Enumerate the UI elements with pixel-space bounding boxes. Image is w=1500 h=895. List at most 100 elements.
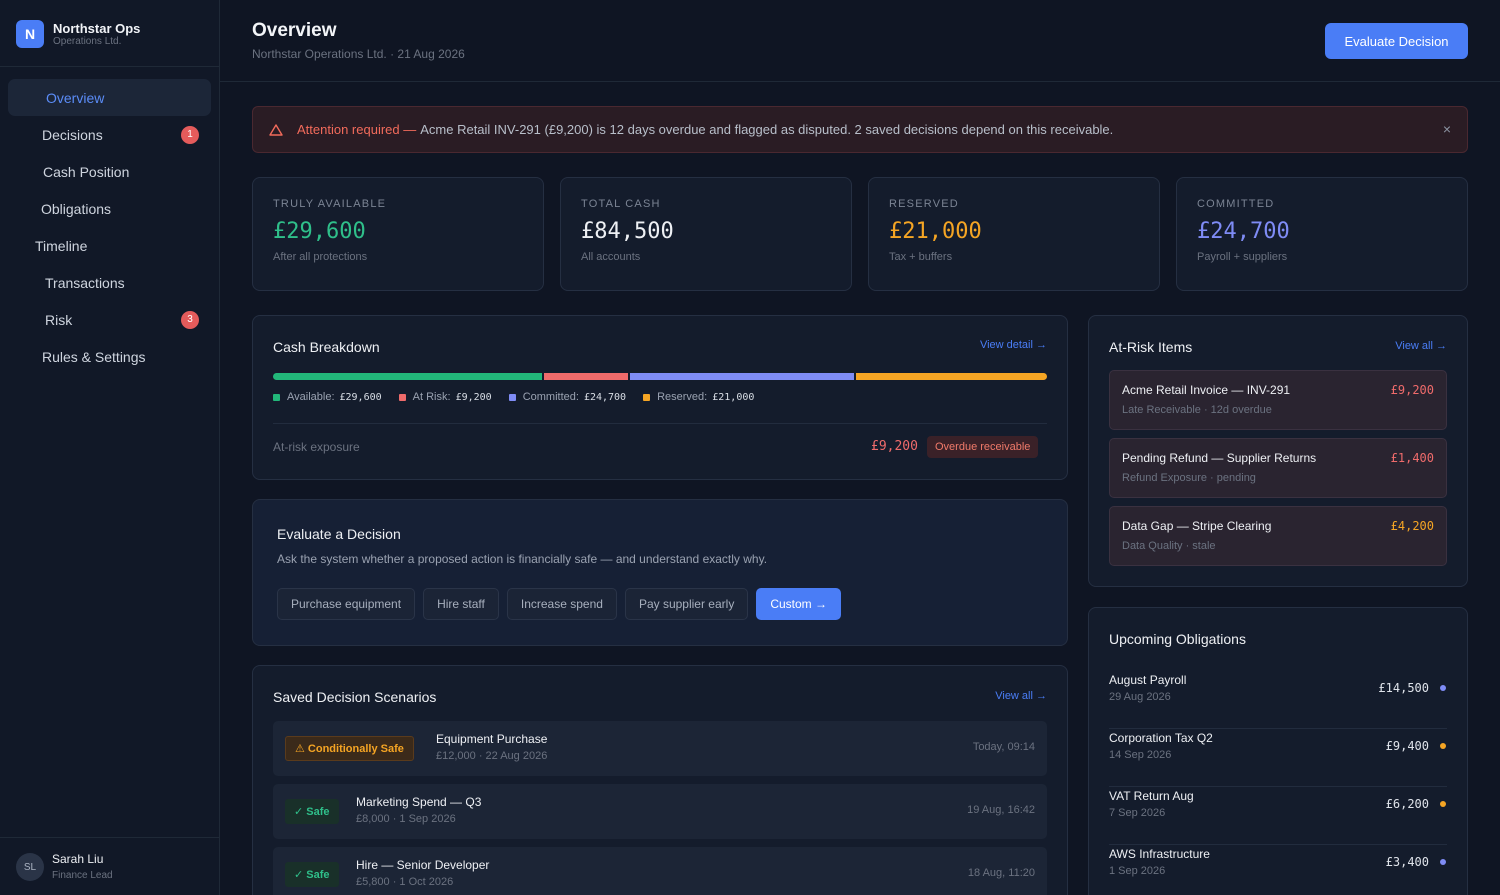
sidebar-item-label: Transactions (45, 274, 125, 291)
obligation-row[interactable]: Corporation Tax Q2 14 Sep 2026 £9,400 (1109, 729, 1447, 787)
stat-value: £84,500 (581, 219, 674, 244)
card-title: Saved Decision Scenarios (273, 689, 437, 705)
stat-value: £29,600 (273, 219, 366, 244)
option-pay-supplier-early[interactable]: Pay supplier early (624, 588, 749, 620)
risk-name: Acme Retail Invoice — INV-291 (1122, 383, 1291, 397)
bar-segment-committed (629, 373, 855, 380)
obligation-name: AWS Infrastructure (1109, 847, 1210, 861)
obligation-name: Corporation Tax Q2 (1109, 731, 1213, 745)
stat-label: COMMITTED (1197, 198, 1275, 210)
alert-banner: Attention required — Acme Retail INV-291… (252, 106, 1468, 153)
notification-badge: 3 (181, 310, 199, 329)
bar-segment-reserved (856, 373, 1047, 380)
obligation-amount: £6,200 (1385, 797, 1429, 811)
view-all-link[interactable]: View all → (995, 690, 1047, 702)
divider (273, 423, 1047, 424)
status-badge: ⚠ Conditionally Safe (285, 736, 414, 761)
alert-title: Attention required — (297, 122, 417, 137)
page-title: Overview (252, 20, 337, 41)
option-increase-spend[interactable]: Increase spend (506, 588, 617, 620)
legend-item: Available: £29,600 (273, 391, 382, 403)
scenario-meta: £5,800 · 1 Oct 2026 (356, 876, 454, 888)
card-title: Upcoming Obligations (1109, 631, 1246, 647)
obligation-name: August Payroll (1109, 673, 1187, 687)
view-all-link[interactable]: View all → (1395, 340, 1447, 352)
risk-meta: Late Receivable · 12d overdue (1122, 404, 1272, 416)
scenario-name: Equipment Purchase (436, 732, 548, 746)
obligation-date: 29 Aug 2026 (1109, 691, 1171, 703)
scenario-row[interactable]: ✓ Safe Marketing Spend — Q3 £8,000 · 1 S… (273, 784, 1047, 839)
exposure-value: £9,200 (871, 439, 918, 454)
status-dot (1440, 859, 1446, 865)
cash-legend: Available: £29,600 At Risk: £9,200 Committ… (273, 391, 771, 403)
obligation-row[interactable]: August Payroll 29 Aug 2026 £14,500 (1109, 671, 1447, 729)
stat-label: RESERVED (889, 198, 959, 210)
obligation-amount: £3,400 (1385, 855, 1429, 869)
evaluate-decision-button[interactable]: Evaluate Decision (1325, 23, 1468, 59)
user-name: Sarah Liu (52, 852, 104, 866)
sidebar-item-cash-position[interactable]: Cash Position (8, 153, 211, 190)
obligation-row[interactable]: AWS Infrastructure 1 Sep 2026 £3,400 (1109, 845, 1447, 895)
status-badge: ✓ Safe (285, 862, 339, 887)
sidebar-item-obligations[interactable]: Obligations (8, 190, 211, 227)
scenario-time: 18 Aug, 11:20 (967, 867, 1035, 879)
page-header: Overview Northstar Operations Ltd. · 21 … (220, 0, 1500, 82)
brand-logo: N (16, 20, 44, 48)
sidebar-item-rules-settings[interactable]: Rules & Settings (8, 338, 211, 375)
stat-card-truly-available: TRULY AVAILABLE £29,600 After all protec… (252, 177, 544, 291)
sidebar-item-decisions[interactable]: Decisions 1 (8, 116, 211, 153)
status-dot (1440, 801, 1446, 807)
stat-sub: All accounts (581, 251, 641, 263)
sidebar-item-label: Risk (45, 311, 73, 328)
status-badge: ✓ Safe (285, 799, 339, 824)
saved-scenarios-card: Saved Decision Scenarios View all → ⚠ Co… (252, 665, 1068, 895)
stat-card-total-cash: TOTAL CASH £84,500 All accounts (560, 177, 852, 291)
sidebar-item-label: Cash Position (43, 163, 130, 180)
risk-item[interactable]: Acme Retail Invoice — INV-291 Late Recei… (1109, 370, 1447, 430)
obligations-card: Upcoming Obligations August Payroll 29 A… (1088, 607, 1468, 895)
status-dot (1440, 685, 1446, 691)
brand[interactable]: N Northstar Ops Operations Ltd. (16, 20, 140, 48)
obligation-row[interactable]: VAT Return Aug 7 Sep 2026 £6,200 (1109, 787, 1447, 845)
card-title: At-Risk Items (1109, 339, 1193, 355)
option-purchase-equipment[interactable]: Purchase equipment (277, 588, 416, 620)
legend-item: At Risk: £9,200 (398, 391, 492, 403)
sidebar-item-overview[interactable]: Overview (8, 79, 211, 116)
risk-name: Pending Refund — Supplier Returns (1122, 451, 1317, 465)
legend-item: Reserved: £21,000 (643, 391, 754, 403)
risk-amount: £1,400 (1390, 451, 1434, 465)
risk-item[interactable]: Data Gap — Stripe Clearing Data Quality … (1109, 506, 1447, 566)
decision-options: Purchase equipment Hire staff Increase s… (277, 588, 849, 620)
sidebar: N Northstar Ops Operations Ltd. Overview… (0, 0, 220, 895)
stat-card-reserved: RESERVED £21,000 Tax + buffers (868, 177, 1160, 291)
view-detail-link[interactable]: View detail → (980, 339, 1047, 351)
status-dot (1440, 743, 1446, 749)
brand-name: Northstar Ops (53, 20, 141, 36)
bar-segment-at-risk (544, 373, 628, 380)
scenario-row[interactable]: ✓ Safe Hire — Senior Developer £5,800 · … (273, 847, 1047, 895)
scenario-meta: £12,000 · 22 Aug 2026 (436, 750, 548, 762)
custom-button[interactable]: Custom → (756, 588, 842, 620)
risk-item[interactable]: Pending Refund — Supplier Returns Refund… (1109, 438, 1447, 498)
stat-sub: Payroll + suppliers (1197, 251, 1288, 263)
exposure-label: At-risk exposure (273, 440, 360, 454)
risk-meta: Refund Exposure · pending (1122, 472, 1256, 484)
scenario-row[interactable]: ⚠ Conditionally Safe Equipment Purchase … (273, 721, 1047, 776)
scenario-time: Today, 09:14 (972, 741, 1035, 753)
scenario-name: Hire — Senior Developer (356, 858, 490, 872)
sidebar-item-risk[interactable]: Risk 3 (8, 301, 211, 338)
divider (0, 66, 219, 67)
bar-segment-available (273, 373, 543, 380)
stat-label: TOTAL CASH (581, 198, 661, 210)
warning-triangle-icon (269, 123, 283, 136)
user-profile[interactable]: SL Sarah Liu Finance Lead (0, 837, 219, 895)
risk-meta: Data Quality · stale (1122, 540, 1216, 552)
sidebar-item-transactions[interactable]: Transactions (8, 264, 211, 301)
sidebar-item-timeline[interactable]: Timeline (8, 227, 211, 264)
scenario-meta: £8,000 · 1 Sep 2026 (356, 813, 456, 825)
close-icon[interactable]: × (1443, 121, 1451, 137)
option-hire-staff[interactable]: Hire staff (423, 588, 499, 620)
sidebar-item-label: Overview (46, 89, 105, 106)
sidebar-item-label: Obligations (41, 200, 112, 217)
stat-value: £21,000 (889, 219, 982, 244)
